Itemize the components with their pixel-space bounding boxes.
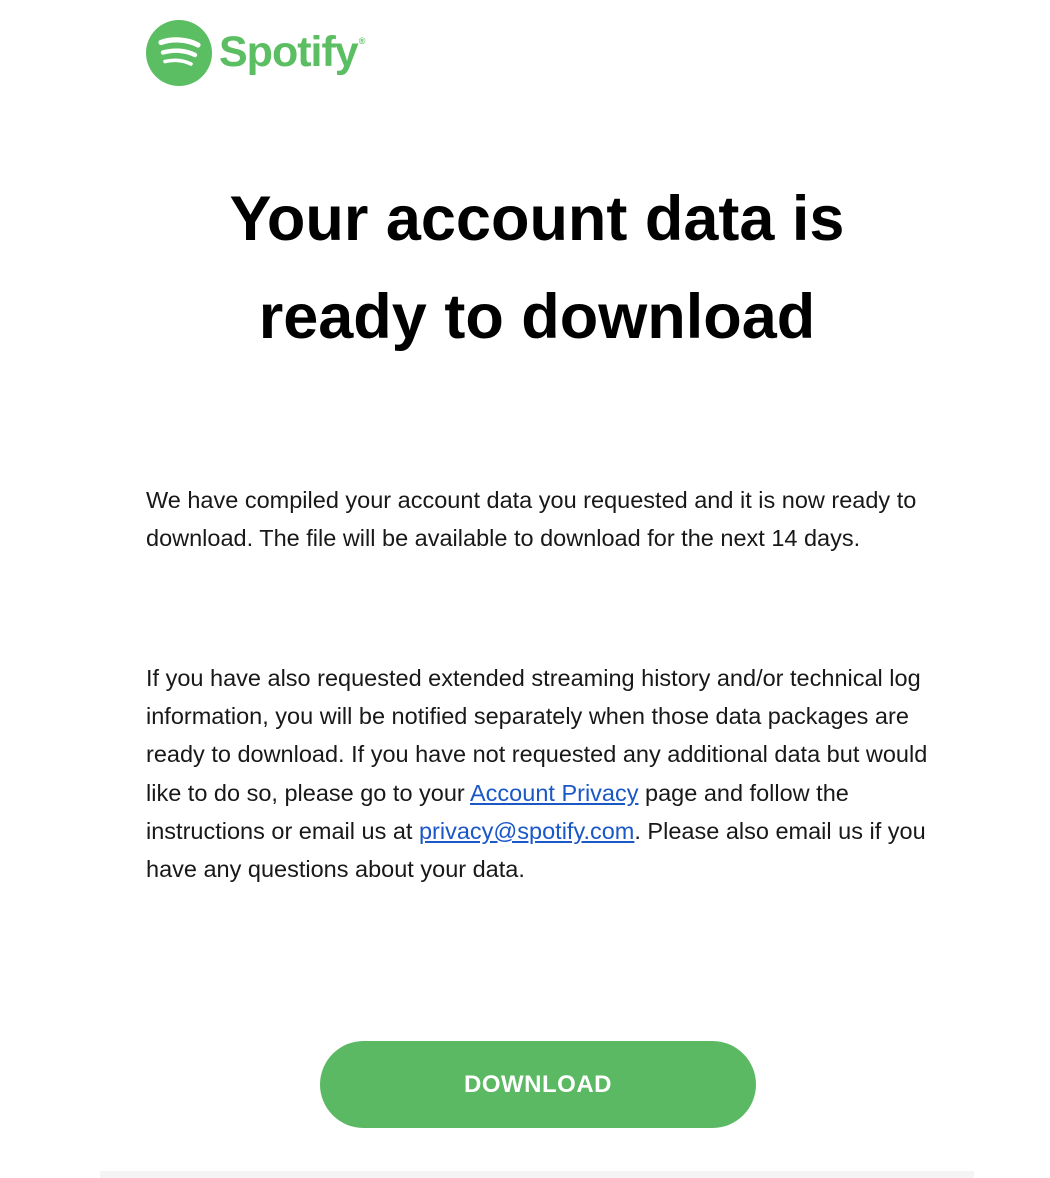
download-button[interactable]: DOWNLOAD	[320, 1041, 756, 1128]
spotify-logo[interactable]: Spotify®	[146, 20, 366, 86]
intro-paragraph: We have compiled your account data you r…	[146, 487, 917, 552]
privacy-email-link[interactable]: privacy@spotify.com	[419, 818, 634, 844]
registered-mark: ®	[358, 35, 366, 46]
footer-divider	[100, 1171, 974, 1178]
extended-data-paragraph: If you have also requested extended stre…	[146, 659, 928, 888]
spotify-wordmark: Spotify®	[219, 27, 366, 76]
account-privacy-link[interactable]: Account Privacy	[470, 780, 638, 806]
spotify-logo-icon	[146, 20, 212, 86]
page-title: Your account data is ready to download	[229, 184, 845, 352]
